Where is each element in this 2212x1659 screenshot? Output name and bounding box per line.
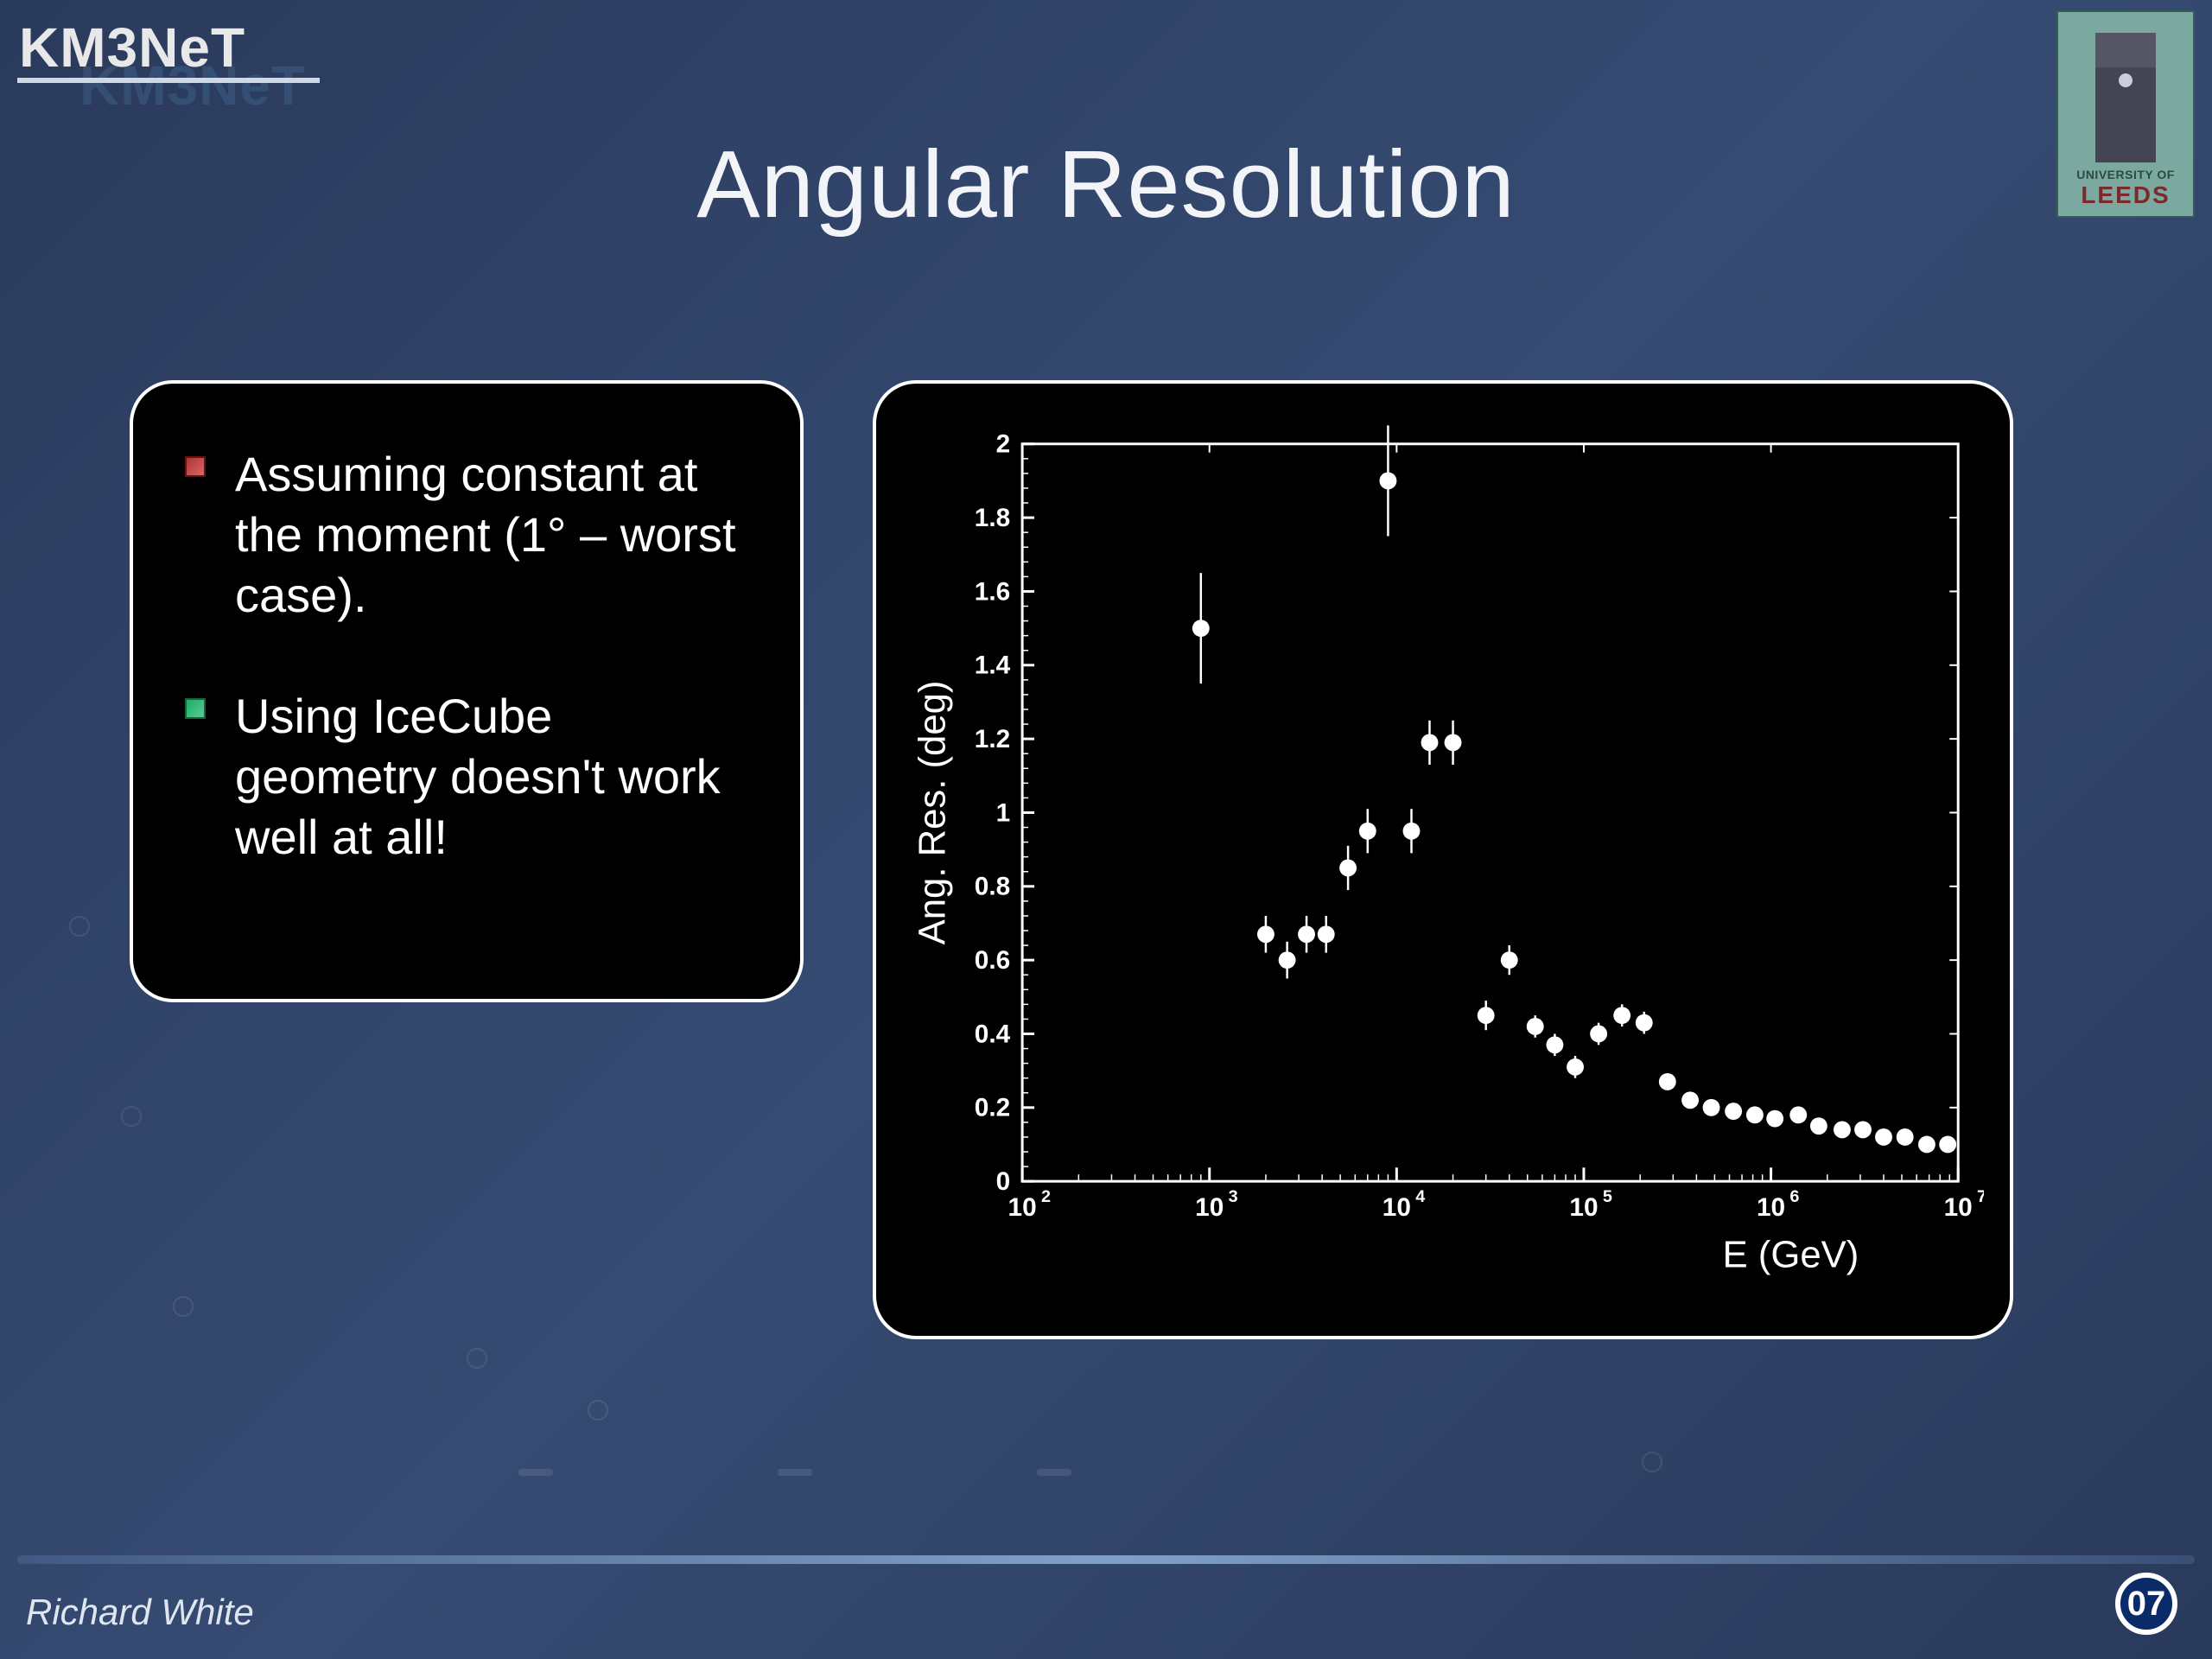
svg-text:0.4: 0.4 xyxy=(975,1020,1011,1048)
leeds-line1: UNIVERSITY OF xyxy=(2076,168,2175,181)
svg-text:10: 10 xyxy=(1757,1193,1785,1222)
svg-text:1.6: 1.6 xyxy=(975,577,1010,606)
bullet-icon xyxy=(185,698,206,719)
svg-text:1.4: 1.4 xyxy=(975,652,1011,680)
bullet-icon xyxy=(185,456,206,477)
chart-panel: 00.20.40.60.811.21.41.61.821021031041051… xyxy=(873,380,2013,1339)
leeds-line2: LEEDS xyxy=(2081,181,2170,209)
bullet-item: Using IceCube geometry doesn't work well… xyxy=(185,686,757,868)
angular-resolution-chart: 00.20.40.60.811.21.41.61.821021031041051… xyxy=(902,418,1984,1310)
svg-text:1.2: 1.2 xyxy=(975,725,1010,753)
svg-text:10: 10 xyxy=(1008,1193,1037,1222)
svg-text:E (GeV): E (GeV) xyxy=(1722,1233,1859,1275)
svg-text:2: 2 xyxy=(1041,1187,1051,1206)
bullet-list: Assuming constant at the moment (1° – wo… xyxy=(185,444,757,868)
svg-text:1.8: 1.8 xyxy=(975,504,1010,532)
page-number: 07 xyxy=(2115,1573,2177,1635)
svg-text:10: 10 xyxy=(1195,1193,1224,1222)
footer-rule xyxy=(17,1555,2195,1564)
svg-text:7: 7 xyxy=(1977,1187,1984,1206)
svg-text:4: 4 xyxy=(1415,1187,1425,1206)
svg-text:3: 3 xyxy=(1229,1187,1238,1206)
svg-text:0.8: 0.8 xyxy=(975,873,1010,901)
author-name: Richard White xyxy=(26,1592,254,1633)
svg-text:10: 10 xyxy=(1569,1193,1598,1222)
svg-text:2: 2 xyxy=(996,430,1011,459)
text-panel: Assuming constant at the moment (1° – wo… xyxy=(130,380,804,1002)
logo-text: KM3NeT xyxy=(19,16,245,79)
svg-text:5: 5 xyxy=(1603,1187,1612,1206)
bullet-text: Assuming constant at the moment (1° – wo… xyxy=(235,444,757,626)
logo-underline xyxy=(17,78,320,83)
bullet-text: Using IceCube geometry doesn't work well… xyxy=(235,686,757,868)
leeds-tower-icon xyxy=(2095,33,2156,162)
svg-text:10: 10 xyxy=(1382,1193,1411,1222)
bullet-item: Assuming constant at the moment (1° – wo… xyxy=(185,444,757,626)
svg-text:Ang. Res. (deg): Ang. Res. (deg) xyxy=(912,681,954,945)
svg-text:0.2: 0.2 xyxy=(975,1094,1010,1122)
svg-text:0.6: 0.6 xyxy=(975,946,1010,975)
svg-text:0: 0 xyxy=(996,1167,1011,1196)
svg-text:6: 6 xyxy=(1789,1187,1799,1206)
leeds-badge: UNIVERSITY OF LEEDS xyxy=(2056,10,2195,218)
km3net-logo: KM3NeT KM3NeT xyxy=(19,16,245,79)
svg-text:1: 1 xyxy=(996,798,1011,827)
slide-title: Angular Resolution xyxy=(0,130,2212,239)
svg-text:10: 10 xyxy=(1944,1193,1973,1222)
